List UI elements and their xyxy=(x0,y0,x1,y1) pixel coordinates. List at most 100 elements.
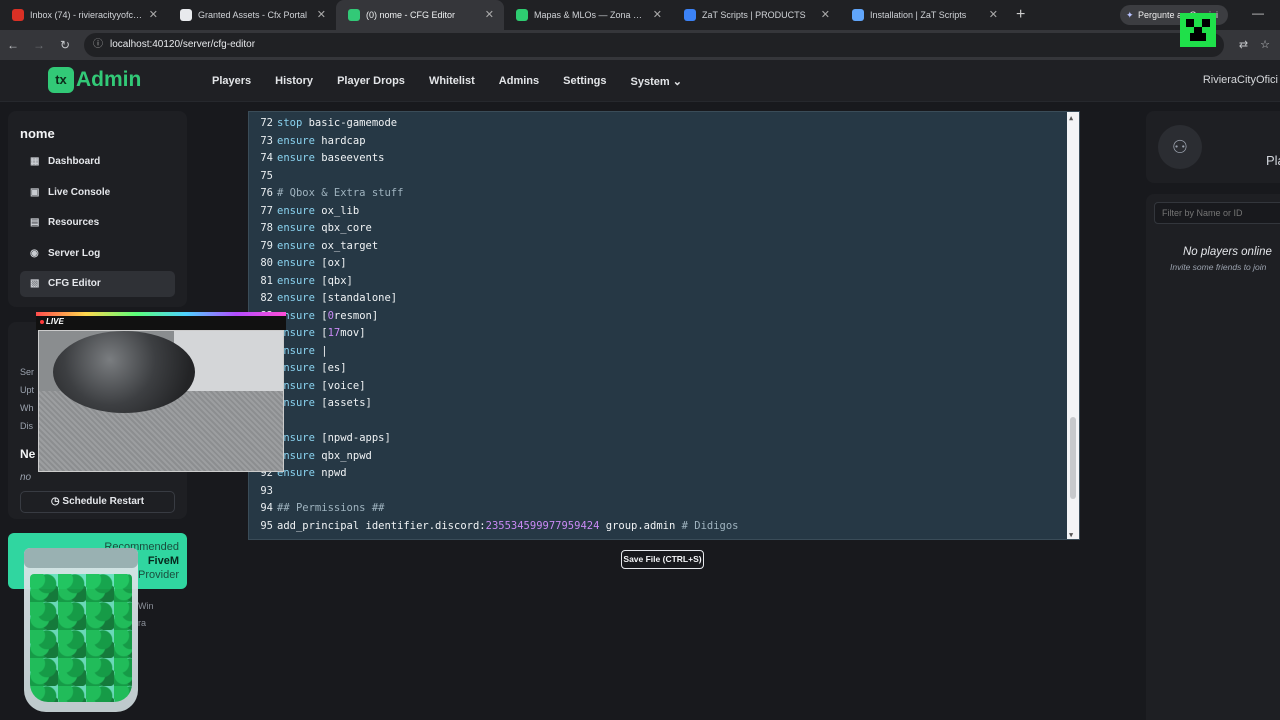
code-line: 90ensure [npwd-apps] xyxy=(249,430,1069,448)
code-token: # Qbox & Extra stuff xyxy=(277,187,404,199)
top-nav: Players History Player Drops Whitelist Admin… xyxy=(200,60,694,102)
code-token: [standalone] xyxy=(321,292,398,304)
tab-label: Inbox (74) - rivieracityyofc@gmail.com xyxy=(30,10,145,20)
reload-button[interactable]: ↻ xyxy=(52,38,78,52)
line-number: 81 xyxy=(260,274,273,287)
nav-item[interactable]: Whitelist xyxy=(417,75,487,87)
sidebar-item-icon: ▤ xyxy=(30,217,40,228)
sidebar-item-icon: ▧ xyxy=(30,278,40,289)
tab-label: Granted Assets - Cfx Portal xyxy=(198,10,308,20)
nav-item[interactable]: System ⌄ xyxy=(619,75,694,88)
bookmark-star-icon[interactable]: ☆ xyxy=(1260,38,1270,51)
new-tab-button[interactable]: + xyxy=(1016,6,1025,24)
scroll-up-icon[interactable]: ▲ xyxy=(1069,114,1073,122)
code-token: [voice] xyxy=(321,379,366,392)
address-bar-row: ← → ↻ ⓘ localhost:40120/server/cfg-edito… xyxy=(0,30,1280,60)
stream-overlay-bar: LIVE xyxy=(36,312,286,330)
code-token: npwd xyxy=(321,467,347,479)
code-token: [npwd-apps] xyxy=(321,432,391,444)
tab-close-icon[interactable]: ✕ xyxy=(485,8,494,21)
jar-overlay-image xyxy=(24,548,138,712)
sidebar-item-cfg-editor[interactable]: ▧ CFG Editor xyxy=(20,271,175,297)
no-players-title: No players online xyxy=(1183,246,1272,258)
browser-tab[interactable]: (0) nome - CFG Editor ✕ xyxy=(336,0,504,30)
player-filter-input[interactable] xyxy=(1154,202,1280,224)
schedule-restart-button[interactable]: ◷ Schedule Restart xyxy=(20,491,175,513)
code-line: 81 ensure [qbx] xyxy=(249,273,1069,291)
code-line: 74 ensure baseevents xyxy=(249,150,1069,168)
players-list-card: No players online Invite some friends to… xyxy=(1146,194,1280,720)
browser-tab[interactable]: Granted Assets - Cfx Portal ✕ xyxy=(168,0,336,30)
browser-tab[interactable]: Installation | ZaT Scripts ✕ xyxy=(840,0,1008,30)
live-label: LIVE xyxy=(46,317,64,326)
code-line: 92 ensure npwd xyxy=(249,465,1069,483)
tab-favicon-icon xyxy=(180,9,192,21)
users-icon: ⚇ xyxy=(1158,125,1202,169)
promo-line-2: FiveM xyxy=(147,555,179,567)
scroll-thumb[interactable] xyxy=(1070,417,1076,499)
sidebar-item-server-log[interactable]: ◉ Server Log xyxy=(20,241,175,267)
tab-label: (0) nome - CFG Editor xyxy=(366,10,456,20)
address-bar-actions: ⇄ ☆ xyxy=(1239,38,1270,51)
browser-tab[interactable]: ZaT Scripts | PRODUCTS ✕ xyxy=(672,0,840,30)
line-number: 94 xyxy=(260,502,273,514)
tab-close-icon[interactable]: ✕ xyxy=(989,8,998,21)
browser-tab[interactable]: Inbox (74) - rivieracityyofc@gmail.com ✕ xyxy=(0,0,168,30)
txadmin-logo[interactable]: tx Admin xyxy=(48,67,141,93)
line-number: 79 xyxy=(260,239,273,252)
browser-tab[interactable]: Mapas & MLOs — Zona Mods ✕ xyxy=(504,0,672,30)
code-token: ensure xyxy=(277,239,322,252)
site-info-icon[interactable]: ⓘ xyxy=(93,33,103,57)
app-header: tx Admin Players History Player Drops White… xyxy=(0,60,1280,102)
status-label-discord: Dis xyxy=(20,421,33,431)
code-token: ensure xyxy=(277,222,322,234)
code-token: qbx_npwd xyxy=(321,449,372,462)
sidebar-item-live-console[interactable]: ▣ Live Console xyxy=(20,180,175,206)
nav-item[interactable]: History xyxy=(263,75,325,87)
line-number: 72 xyxy=(260,117,273,129)
tab-close-icon[interactable]: ✕ xyxy=(149,8,158,21)
nav-item[interactable]: Settings xyxy=(551,75,618,87)
code-line: 95 add_principal identifier.discord:23553… xyxy=(249,518,1069,536)
code-token: [assets] xyxy=(321,397,372,409)
creeper-overlay-image xyxy=(1180,13,1216,47)
sidebar-item-dashboard[interactable]: ▦ Dashboard xyxy=(20,149,175,175)
clock-icon: ◷ xyxy=(50,496,63,507)
code-token: baseevents xyxy=(321,152,385,164)
code-line: 73 ensure hardcap xyxy=(249,133,1069,151)
cfg-editor[interactable]: 72 stop basic-gamemode 73 ensure hardcap 74 e… xyxy=(248,111,1080,540)
line-number: 77 xyxy=(260,204,273,217)
tab-close-icon[interactable]: ✕ xyxy=(653,8,662,21)
code-token: resmon] xyxy=(333,309,379,322)
line-number: 73 xyxy=(260,134,273,147)
players-header-card: ⚇ Pla xyxy=(1146,111,1280,183)
code-line: 77 ensure ox_lib xyxy=(249,203,1069,221)
nav-item[interactable]: Admins xyxy=(487,75,551,87)
editor-scrollbar[interactable]: ▲ ▼ xyxy=(1067,112,1079,539)
sidebar-item-icon: ▣ xyxy=(30,187,40,198)
save-file-button[interactable]: Save File (CTRL+S) xyxy=(621,550,704,569)
tab-close-icon[interactable]: ✕ xyxy=(821,8,830,21)
forward-button[interactable]: → xyxy=(26,38,52,52)
promo-below-1: Win xyxy=(138,601,154,611)
scroll-down-icon[interactable]: ▼ xyxy=(1069,531,1073,539)
url-field[interactable]: ⓘ localhost:40120/server/cfg-editor xyxy=(84,33,1224,57)
translate-icon[interactable]: ⇄ xyxy=(1239,38,1248,51)
gemini-icon: ✦ xyxy=(1125,10,1134,20)
code-line: 85ensure | xyxy=(249,343,1069,361)
webcam-overlay xyxy=(38,330,284,472)
minimize-window-button[interactable]: — xyxy=(1252,6,1264,20)
line-number: 93 xyxy=(260,484,273,497)
tab-label: ZaT Scripts | PRODUCTS xyxy=(702,10,806,20)
nav-item[interactable]: Player Drops xyxy=(325,75,417,87)
tab-label: Installation | ZaT Scripts xyxy=(870,10,967,20)
back-button[interactable]: ← xyxy=(0,38,26,52)
line-number: 78 xyxy=(260,222,273,234)
tab-favicon-icon xyxy=(12,9,24,21)
tab-favicon-icon xyxy=(348,9,360,21)
nav-item[interactable]: Players xyxy=(200,75,263,87)
server-name[interactable]: RivieraCityOfici xyxy=(1203,74,1278,86)
tab-close-icon[interactable]: ✕ xyxy=(317,8,326,21)
sidebar-item-resources[interactable]: ▤ Resources xyxy=(20,210,175,236)
line-number: 80 xyxy=(260,257,273,269)
